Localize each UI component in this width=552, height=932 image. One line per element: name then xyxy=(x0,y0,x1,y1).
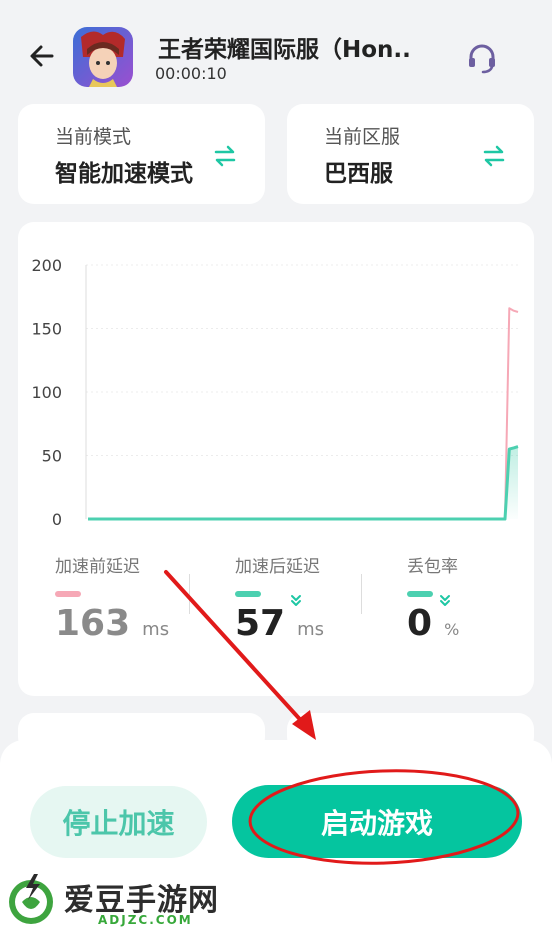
packet-loss-value: 0 xyxy=(407,603,433,644)
packet-loss-unit: % xyxy=(444,620,460,639)
latency-before-value: 163 xyxy=(55,603,131,644)
back-arrow-icon[interactable] xyxy=(26,40,58,72)
watermark-subtitle: ADJZC.COM xyxy=(98,913,193,927)
acceleration-timer: 00:00:10 xyxy=(155,64,227,83)
annotation-ellipse xyxy=(248,769,520,865)
region-label: 当前区服 xyxy=(324,126,401,148)
packet-loss-legend-bar xyxy=(407,591,433,597)
latency-after-label: 加速后延迟 xyxy=(235,557,320,577)
y-tick-label: 200 xyxy=(31,256,62,275)
stop-acceleration-button[interactable]: 停止加速 xyxy=(30,786,207,858)
stat-divider xyxy=(189,574,190,614)
latency-before-legend-bar xyxy=(55,591,81,597)
game-icon xyxy=(73,27,133,87)
latency-chart: 200 150 100 50 0 xyxy=(31,256,519,529)
y-tick-label: 50 xyxy=(42,447,62,466)
before-latency-line xyxy=(88,307,519,520)
swap-icon xyxy=(214,145,236,167)
latency-after-stat: 加速后延迟 57 ms xyxy=(235,552,324,644)
headset-support-icon[interactable] xyxy=(464,40,500,76)
y-tick-label: 150 xyxy=(31,320,62,339)
latency-after-value: 57 xyxy=(235,603,286,644)
region-value: 巴西服 xyxy=(324,161,393,187)
mode-label: 当前模式 xyxy=(55,126,132,148)
after-latency-line xyxy=(88,445,519,521)
mode-value: 智能加速模式 xyxy=(55,161,193,187)
double-chevron-down-icon xyxy=(291,595,301,606)
latency-before-unit: ms xyxy=(142,619,170,640)
stat-divider xyxy=(361,574,362,614)
y-tick-label: 0 xyxy=(52,510,62,529)
watermark-logo-icon xyxy=(9,874,53,924)
series-area xyxy=(88,446,518,519)
latency-after-unit: ms xyxy=(297,619,325,640)
current-mode-card[interactable]: 当前模式 智能加速模式 xyxy=(18,104,265,204)
header: 王者荣耀国际服（Hon.. 00:00:10 xyxy=(0,0,552,100)
latency-after-legend-bar xyxy=(235,591,261,597)
double-chevron-down-icon xyxy=(440,595,450,606)
packet-loss-label: 丢包率 xyxy=(407,557,458,577)
y-tick-label: 100 xyxy=(31,383,62,402)
latency-before-stat: 加速前延迟 163 ms xyxy=(55,552,169,644)
game-title: 王者荣耀国际服（Hon.. xyxy=(158,37,411,63)
current-region-card[interactable]: 当前区服 巴西服 xyxy=(287,104,534,204)
swap-icon xyxy=(483,145,505,167)
latency-before-label: 加速前延迟 xyxy=(55,557,140,577)
latency-chart-card: 200 150 100 50 0 加速前延迟 163 ms 加速后延迟 57 ms 丢包… xyxy=(18,222,534,696)
